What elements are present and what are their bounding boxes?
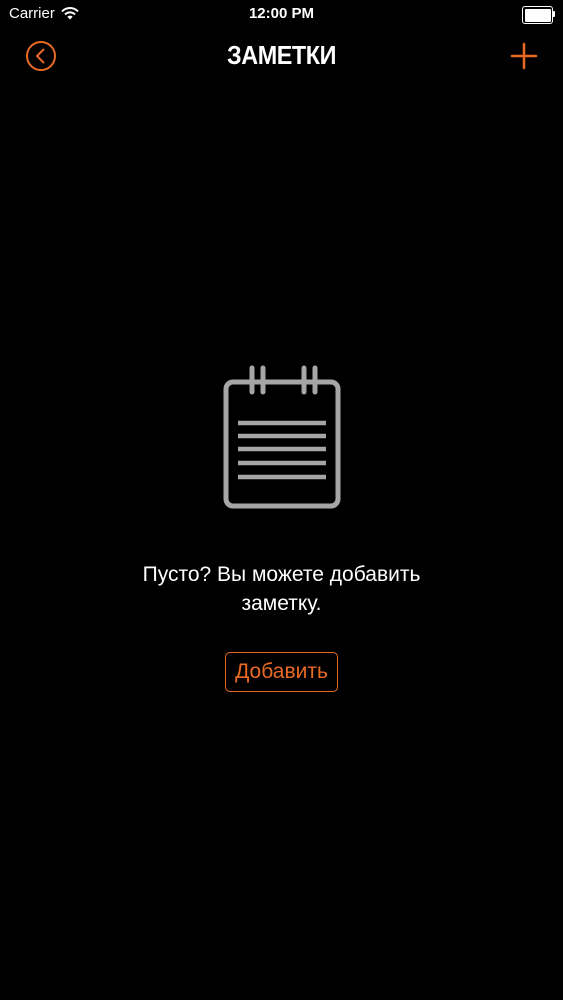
page-title: ЗАМЕТКИ <box>227 40 336 70</box>
navigation-bar: ЗАМЕТКИ <box>0 30 563 80</box>
empty-message: Пусто? Вы можете добавить заметку. <box>142 563 421 615</box>
add-button[interactable]: Добавить <box>225 652 338 692</box>
notepad-icon <box>223 365 340 509</box>
battery-fill <box>524 8 551 22</box>
battery-icon <box>522 6 555 24</box>
status-bar: Carrier 12:00 PM <box>0 0 563 30</box>
add-note-button[interactable] <box>509 41 539 71</box>
empty-state: Пусто? Вы можете добавить заметку. Добав… <box>0 365 563 692</box>
status-time: 12:00 PM <box>248 5 315 22</box>
plus-icon <box>510 42 538 70</box>
